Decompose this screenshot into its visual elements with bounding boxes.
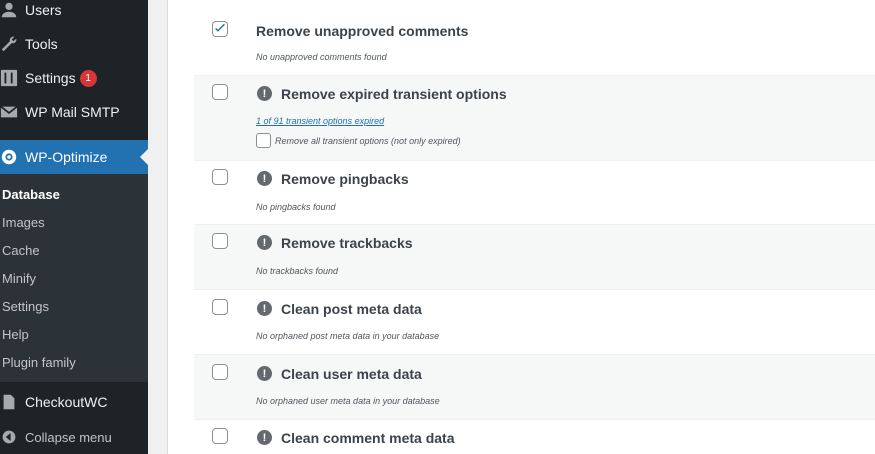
submenu-item-plugin-family[interactable]: Plugin family	[2, 353, 76, 373]
optimization-description: No orphaned user meta data in your datab…	[256, 396, 440, 406]
optimization-row-expired-transients: ! Remove expired transient options 1 of …	[194, 76, 875, 161]
wrench-icon	[0, 35, 18, 53]
optimization-title: Clean comment meta data	[281, 430, 455, 446]
optimization-row-post-meta: ! Clean post meta data No orphaned post …	[194, 290, 875, 355]
optimization-description: No orphaned post meta data in your datab…	[256, 331, 440, 341]
checkoutwc-icon	[0, 393, 18, 411]
remove-all-transients-checkbox[interactable]	[256, 133, 271, 148]
sidebar-item-label: Users	[25, 2, 62, 18]
submenu-item-cache[interactable]: Cache	[2, 241, 40, 261]
submenu-item-minify[interactable]: Minify	[2, 269, 36, 289]
admin-sidebar: Users Tools Settings 1 WP Mail SMTP WP-O…	[0, 0, 148, 454]
warning-icon: !	[257, 366, 272, 381]
optimization-title: Remove pingbacks	[281, 171, 409, 187]
transient-options-link[interactable]: 1 of 91 transient options expired	[256, 116, 384, 126]
wp-optimize-submenu: Database Images Cache Minify Settings He…	[0, 174, 148, 382]
remove-all-transients-label: Remove all transient options (not only e…	[275, 136, 461, 146]
sidebar-item-label: WP-Optimize	[25, 149, 108, 165]
optimization-checkbox[interactable]	[212, 21, 228, 37]
submenu-item-settings[interactable]: Settings	[2, 297, 49, 317]
warning-icon: !	[257, 430, 272, 445]
sidebar-item-wp-optimize[interactable]: WP-Optimize	[0, 140, 148, 174]
optimization-row-user-meta: ! Clean user meta data No orphaned user …	[194, 355, 875, 420]
optimization-title: Clean user meta data	[281, 366, 422, 382]
optimization-row-unapproved-comments: Remove unapproved comments No unapproved…	[194, 12, 875, 76]
warning-icon: !	[257, 235, 272, 250]
optimization-row-comment-meta: ! Clean comment meta data	[194, 420, 875, 454]
submenu-item-images[interactable]: Images	[2, 213, 45, 233]
sidebar-item-wp-mail-smtp[interactable]: WP Mail SMTP	[0, 95, 148, 129]
settings-icon	[0, 69, 18, 87]
checkmark-icon	[215, 23, 225, 32]
mail-icon	[0, 103, 18, 121]
update-count-badge: 1	[79, 69, 97, 87]
sidebar-item-tools[interactable]: Tools	[0, 27, 148, 61]
warning-icon: !	[257, 86, 272, 101]
optimization-title: Clean post meta data	[281, 301, 422, 317]
submenu-item-help[interactable]: Help	[2, 325, 29, 345]
collapse-menu-button[interactable]: Collapse menu	[0, 424, 112, 450]
optimization-description: No trackbacks found	[256, 266, 339, 276]
optimization-title: Remove unapproved comments	[256, 23, 469, 39]
optimization-checkbox[interactable]	[212, 428, 228, 444]
submenu-item-database[interactable]: Database	[2, 185, 60, 205]
wp-optimize-icon	[0, 148, 18, 166]
sidebar-item-label: WP Mail SMTP	[25, 104, 120, 120]
sidebar-item-settings[interactable]: Settings 1	[0, 61, 148, 95]
optimization-checkbox[interactable]	[212, 364, 228, 380]
optimization-checkbox[interactable]	[212, 233, 228, 249]
optimization-description: No pingbacks found	[256, 202, 336, 212]
optimization-checkbox[interactable]	[212, 299, 228, 315]
warning-icon: !	[257, 171, 272, 186]
collapse-menu-label: Collapse menu	[25, 429, 112, 445]
warning-icon: !	[257, 301, 272, 316]
sidebar-item-label: Settings	[25, 70, 76, 86]
sidebar-item-checkoutwc[interactable]: CheckoutWC	[0, 385, 148, 419]
optimization-checkbox[interactable]	[212, 169, 228, 185]
sidebar-item-users[interactable]: Users	[0, 0, 148, 27]
optimizations-panel: Remove unapproved comments No unapproved…	[167, 0, 875, 454]
collapse-arrow-icon	[0, 428, 18, 446]
optimization-title: Remove expired transient options	[281, 86, 507, 102]
optimization-description: No unapproved comments found	[256, 52, 387, 62]
sidebar-item-label: Tools	[25, 36, 58, 52]
sidebar-item-label: CheckoutWC	[25, 394, 108, 410]
optimization-checkbox[interactable]	[212, 84, 228, 100]
optimization-title: Remove trackbacks	[281, 235, 413, 251]
optimization-row-trackbacks: ! Remove trackbacks No trackbacks found	[194, 225, 875, 290]
users-icon	[0, 1, 18, 19]
optimization-row-pingbacks: ! Remove pingbacks No pingbacks found	[194, 161, 875, 225]
